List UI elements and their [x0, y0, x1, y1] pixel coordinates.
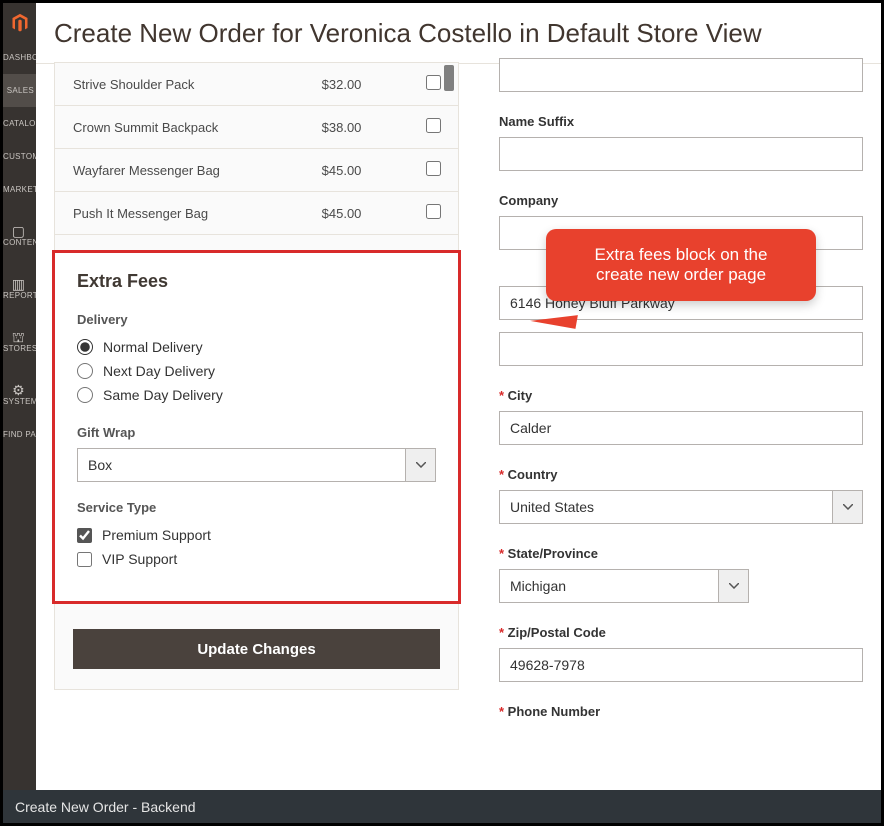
service-type-group: Service Type Premium Support VIP Support — [77, 500, 436, 571]
product-price: $32.00 — [314, 63, 410, 106]
service-checkbox[interactable] — [77, 552, 92, 567]
delivery-option-next-day[interactable]: Next Day Delivery — [77, 359, 436, 383]
city-label: City — [499, 388, 863, 403]
prefix-field[interactable] — [499, 58, 863, 92]
image-caption-bar: Create New Order - Backend — [3, 790, 881, 823]
gift-wrap-label: Gift Wrap — [77, 425, 436, 440]
service-checkbox[interactable] — [77, 528, 92, 543]
stores-icon: ⛫ — [3, 330, 34, 344]
sidebar-item-system[interactable]: ⚙SYSTEM — [3, 365, 36, 418]
sidebar-item-catalog[interactable]: CATALOG — [3, 107, 36, 140]
service-type-label: Service Type — [77, 500, 436, 515]
company-label: Company — [499, 193, 863, 208]
admin-sidebar: DASHBOARD SALES CATALOG CUSTOMERS MARKET… — [3, 3, 36, 790]
country-label: Country — [499, 467, 863, 482]
product-price: $38.00 — [314, 106, 410, 149]
product-select-checkbox[interactable] — [426, 161, 441, 176]
page-header: Create New Order for Veronica Costello i… — [36, 3, 881, 63]
sidebar-item-customers[interactable]: CUSTOMERS — [3, 140, 36, 173]
product-price: $45.00 — [314, 149, 410, 192]
annotation-callout: Extra fees block on the create new order… — [546, 229, 816, 301]
sidebar-item-marketing[interactable]: MARKETING — [3, 173, 36, 206]
product-table: Strive Shoulder Pack $32.00 Crown Summit… — [55, 63, 458, 235]
product-selection-card: Strive Shoulder Pack $32.00 Crown Summit… — [54, 62, 459, 690]
delivery-option-normal[interactable]: Normal Delivery — [77, 335, 436, 359]
city-field[interactable] — [499, 411, 863, 445]
table-row: Push It Messenger Bag $45.00 — [55, 192, 458, 235]
zip-field[interactable] — [499, 648, 863, 682]
product-select-checkbox[interactable] — [426, 75, 441, 90]
sidebar-item-reports[interactable]: ▥REPORTS — [3, 259, 36, 312]
product-select-checkbox[interactable] — [426, 204, 441, 219]
sidebar-item-sales[interactable]: SALES — [3, 74, 36, 107]
sidebar-item-partners[interactable]: FIND PARTNERS & EXTENSIONS — [3, 418, 36, 451]
billing-address-form: Name Suffix Company City Country United … — [499, 64, 863, 790]
page-title: Create New Order for Veronica Costello i… — [54, 18, 762, 49]
service-vip-support[interactable]: VIP Support — [77, 547, 436, 571]
table-row: Crown Summit Backpack $38.00 — [55, 106, 458, 149]
name-suffix-label: Name Suffix — [499, 114, 863, 129]
content-area: Strive Shoulder Pack $32.00 Crown Summit… — [36, 63, 881, 790]
sidebar-item-stores[interactable]: ⛫STORES — [3, 312, 36, 365]
sidebar-item-content[interactable]: ▢CONTENT — [3, 206, 36, 259]
delivery-group: Delivery Normal Delivery Next Day Delive… — [77, 312, 436, 407]
table-row: Strive Shoulder Pack $32.00 — [55, 63, 458, 106]
product-name: Crown Summit Backpack — [55, 106, 314, 149]
caption-text: Create New Order - Backend — [15, 799, 196, 815]
delivery-radio[interactable] — [77, 339, 93, 355]
sidebar-item-dashboard[interactable]: DASHBOARD — [3, 41, 36, 74]
update-changes-button[interactable]: Update Changes — [73, 629, 440, 669]
content-icon: ▢ — [3, 224, 34, 238]
product-name: Strive Shoulder Pack — [55, 63, 314, 106]
reports-icon: ▥ — [3, 277, 34, 291]
extra-fees-title: Extra Fees — [77, 271, 436, 292]
phone-label: Phone Number — [499, 704, 863, 719]
table-row: Wayfarer Messenger Bag $45.00 — [55, 149, 458, 192]
extra-fees-block: Extra Fees Delivery Normal Delivery Next… — [55, 253, 458, 601]
product-select-checkbox[interactable] — [426, 118, 441, 133]
product-price: $45.00 — [314, 192, 410, 235]
country-select[interactable]: United States — [499, 490, 863, 524]
gift-wrap-select[interactable]: Box — [77, 448, 436, 482]
magento-logo-icon — [10, 13, 30, 33]
state-select[interactable]: Michigan — [499, 569, 749, 603]
product-name: Wayfarer Messenger Bag — [55, 149, 314, 192]
service-premium-support[interactable]: Premium Support — [77, 523, 436, 547]
gift-wrap-group: Gift Wrap Box — [77, 425, 436, 482]
name-suffix-field[interactable] — [499, 137, 863, 171]
street-address-2-field[interactable] — [499, 332, 863, 366]
delivery-option-same-day[interactable]: Same Day Delivery — [77, 383, 436, 407]
system-icon: ⚙ — [3, 383, 34, 397]
scrollbar-thumb[interactable] — [444, 65, 454, 91]
state-label: State/Province — [499, 546, 863, 561]
delivery-label: Delivery — [77, 312, 436, 327]
product-name: Push It Messenger Bag — [55, 192, 314, 235]
zip-label: Zip/Postal Code — [499, 625, 863, 640]
delivery-radio[interactable] — [77, 363, 93, 379]
delivery-radio[interactable] — [77, 387, 93, 403]
